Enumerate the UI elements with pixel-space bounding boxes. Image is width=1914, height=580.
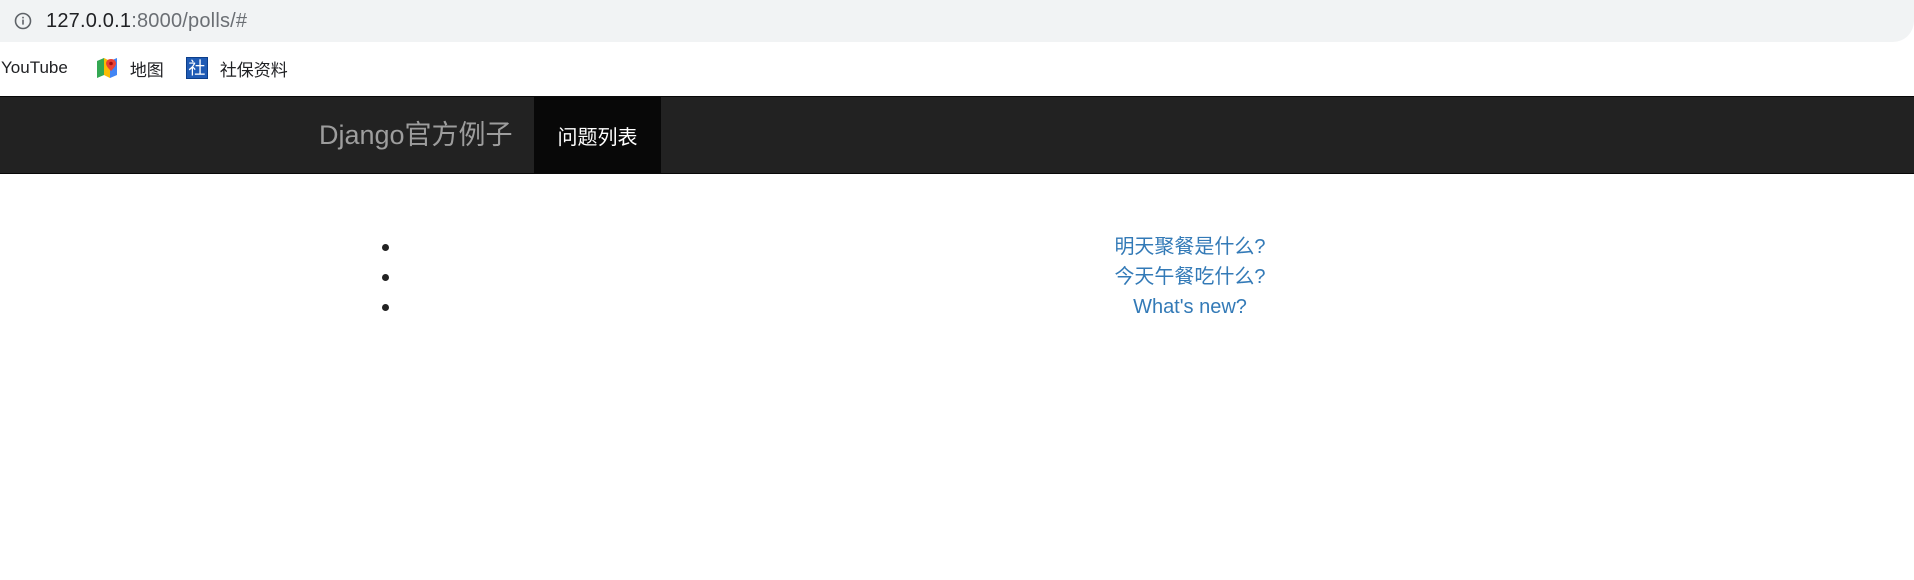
bookmark-label: 社保资料 bbox=[219, 60, 288, 80]
address-bar[interactable]: 127.0.0.1:8000/polls/# bbox=[0, 0, 1914, 42]
list-item: What's new? bbox=[380, 292, 1380, 322]
info-icon[interactable] bbox=[13, 11, 33, 31]
question-link[interactable]: What's new? bbox=[1133, 296, 1247, 318]
she-icon-glyph: 社 bbox=[185, 57, 208, 79]
question-link[interactable]: 今天午餐吃什么? bbox=[1114, 266, 1265, 288]
maps-icon bbox=[96, 57, 118, 79]
url-text[interactable]: 127.0.0.1:8000/polls/# bbox=[46, 10, 247, 33]
navbar-brand[interactable]: Django官方例子 bbox=[319, 97, 513, 173]
she-icon: 社 bbox=[185, 57, 208, 79]
bullet bbox=[382, 244, 389, 251]
url-host: 127.0.0.1 bbox=[46, 9, 132, 32]
navbar: Django官方例子 问题列表 bbox=[0, 96, 1914, 174]
nav-item-question-list[interactable]: 问题列表 bbox=[534, 97, 661, 173]
bookmark-youtube[interactable]: YouTube bbox=[1, 58, 68, 78]
bookmark-shebao[interactable]: 社 社保资料 bbox=[185, 56, 288, 81]
bookmark-label: 地图 bbox=[129, 60, 164, 80]
url-path: :8000/polls/# bbox=[131, 9, 248, 32]
bullet bbox=[382, 274, 389, 281]
bookmark-label: YouTube bbox=[1, 58, 68, 77]
question-list: 明天聚餐是什么? 今天午餐吃什么? What's new? bbox=[380, 232, 1380, 322]
question-link[interactable]: 明天聚餐是什么? bbox=[1114, 236, 1265, 258]
bookmark-maps[interactable]: 地图 bbox=[96, 56, 164, 81]
bullet bbox=[382, 304, 389, 311]
list-item: 明天聚餐是什么? bbox=[380, 232, 1380, 262]
list-item: 今天午餐吃什么? bbox=[380, 262, 1380, 292]
bookmarks-bar: YouTube 地图 社 社保资料 bbox=[0, 46, 1914, 90]
